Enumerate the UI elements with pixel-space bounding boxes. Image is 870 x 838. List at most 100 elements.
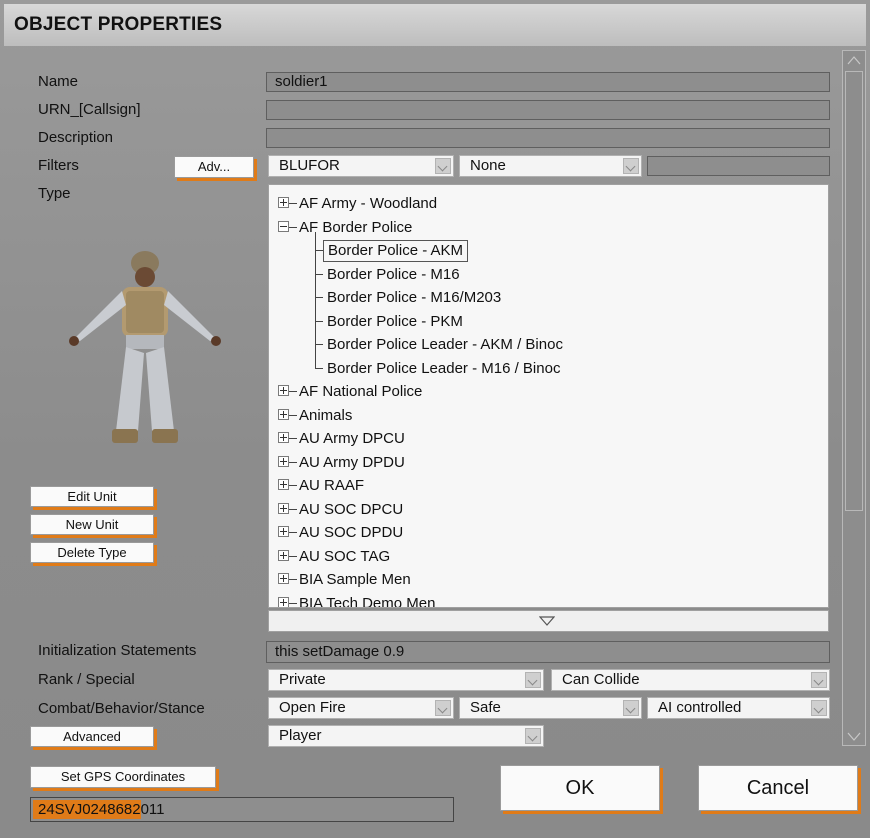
chevron-up-icon[interactable] — [847, 54, 861, 66]
dialog-scrollbar[interactable] — [842, 50, 866, 746]
tree-connector — [315, 320, 323, 322]
init-label: Initialization Statements — [38, 642, 197, 659]
rank-select[interactable]: Private — [268, 669, 544, 691]
type-tree[interactable]: AF Army - Woodland AF Border Police Border… — [268, 184, 829, 608]
set-gps-button[interactable]: Set GPS Coordinates — [30, 766, 216, 788]
chevron-down-icon[interactable] — [435, 158, 451, 174]
tree-connector — [289, 203, 297, 204]
expand-plus-icon[interactable] — [278, 502, 289, 514]
tree-item-label: AU Army DPCU — [299, 430, 405, 447]
control-select-value: Player — [279, 727, 322, 744]
tree-item[interactable]: Border Police - PKM — [269, 310, 828, 333]
expand-plus-icon[interactable] — [278, 549, 289, 561]
tree-item[interactable]: AF National Police — [269, 380, 828, 403]
expand-plus-icon[interactable] — [278, 455, 289, 467]
tree-item[interactable]: AU SOC TAG — [269, 545, 828, 568]
tree-vertical-connector — [315, 231, 316, 369]
side-select[interactable]: BLUFOR — [268, 155, 454, 177]
stance-select-value: AI controlled — [658, 699, 742, 716]
urn-field[interactable] — [266, 100, 830, 120]
expand-plus-icon[interactable] — [278, 573, 289, 584]
expand-plus-icon[interactable] — [278, 408, 289, 420]
tree-connector — [289, 461, 297, 463]
ok-button[interactable]: OK — [500, 765, 660, 811]
init-field[interactable]: this setDamage 0.9 — [266, 641, 830, 663]
urn-label: URN_[Callsign] — [38, 101, 141, 118]
tree-item-label: AU SOC TAG — [299, 547, 391, 565]
stance-select[interactable]: AI controlled — [647, 697, 830, 719]
unit-preview-image — [69, 251, 221, 443]
tree-item[interactable]: Animals — [269, 404, 828, 427]
tree-item[interactable]: Border Police - AKM — [269, 239, 828, 262]
tree-item[interactable]: Border Police - M16 — [269, 263, 828, 286]
adv-filter-button[interactable]: Adv... — [174, 156, 254, 178]
triangle-down-icon[interactable] — [539, 616, 555, 626]
combat-label: Combat/Behavior/Stance — [38, 700, 205, 717]
delete-type-button[interactable]: Delete Type — [30, 542, 154, 563]
tree-item[interactable]: AF Border Police — [269, 216, 828, 239]
edit-unit-button[interactable]: Edit Unit — [30, 486, 154, 507]
description-field[interactable] — [266, 128, 830, 148]
special-select[interactable]: Can Collide — [551, 669, 830, 691]
tree-connector — [315, 344, 323, 345]
chevron-down-icon[interactable] — [811, 672, 827, 688]
filter-text-field[interactable] — [647, 156, 830, 176]
collapse-minus-icon[interactable] — [278, 220, 289, 232]
chevron-down-icon[interactable] — [847, 731, 861, 743]
expand-plus-icon[interactable] — [278, 479, 289, 490]
tree-item[interactable]: BIA Tech Demo Men — [269, 592, 828, 607]
tree-item-label: AU RAAF — [299, 477, 365, 494]
tree-scroll-down[interactable] — [268, 610, 829, 632]
expand-plus-icon[interactable] — [278, 197, 289, 208]
tree-item[interactable]: AU SOC DPCU — [269, 498, 828, 521]
tree-item[interactable]: AU SOC DPDU — [269, 521, 828, 544]
chevron-down-icon[interactable] — [623, 700, 639, 716]
tree-connector — [315, 297, 323, 298]
chevron-down-icon[interactable] — [623, 158, 639, 174]
tree-connector — [289, 391, 297, 392]
tree-item-label: Border Police Leader - AKM / Binoc — [327, 336, 563, 353]
tree-item-label: AF Border Police — [299, 218, 413, 236]
tree-item-label: Border Police Leader - M16 / Binoc — [327, 359, 561, 377]
expand-plus-icon[interactable] — [278, 385, 289, 396]
tree-connector — [315, 250, 323, 251]
tree-item[interactable]: Border Police - M16/M203 — [269, 286, 828, 309]
rank-select-value: Private — [279, 671, 326, 688]
chevron-down-icon[interactable] — [525, 728, 541, 744]
name-field[interactable]: soldier1 — [266, 72, 830, 92]
chevron-down-icon[interactable] — [525, 672, 541, 688]
chevron-down-icon[interactable] — [811, 700, 827, 716]
soldier-figure — [69, 251, 221, 443]
gps-field[interactable]: 24SVJ0248682011 — [30, 797, 454, 822]
tree-item-label: AF Army - Woodland — [299, 195, 438, 212]
tree-item[interactable]: Border Police Leader - AKM / Binoc — [269, 333, 828, 356]
tree-item[interactable]: BIA Sample Men — [269, 568, 828, 591]
behavior-select[interactable]: Safe — [459, 697, 642, 719]
special-select-value: Can Collide — [562, 671, 640, 688]
tree-item[interactable]: Border Police Leader - M16 / Binoc — [269, 357, 828, 380]
dialog-title: OBJECT PROPERTIES — [14, 14, 223, 35]
new-unit-button[interactable]: New Unit — [30, 514, 154, 535]
combat-mode-select[interactable]: Open Fire — [268, 697, 454, 719]
scrollbar-thumb[interactable] — [845, 71, 863, 511]
faction-select[interactable]: None — [459, 155, 642, 177]
faction-select-value: None — [470, 157, 506, 174]
combat-mode-value: Open Fire — [279, 699, 346, 716]
expand-plus-icon[interactable] — [278, 526, 289, 537]
expand-plus-icon[interactable] — [278, 432, 289, 443]
chevron-down-icon[interactable] — [435, 700, 451, 716]
tree-item[interactable]: AU Army DPDU — [269, 451, 828, 474]
tree-item[interactable]: AU RAAF — [269, 474, 828, 497]
tree-item[interactable]: AF Army - Woodland — [269, 192, 828, 215]
tree-connector — [289, 602, 297, 604]
cancel-button[interactable]: Cancel — [698, 765, 858, 811]
tree-item-label: AU SOC DPDU — [299, 524, 404, 541]
tree-item[interactable]: AU Army DPCU — [269, 427, 828, 450]
tree-item-label: AF National Police — [299, 383, 423, 400]
advanced-button[interactable]: Advanced — [30, 726, 154, 747]
tree-connector — [315, 273, 323, 275]
expand-plus-icon[interactable] — [278, 596, 289, 607]
control-select[interactable]: Player — [268, 725, 544, 747]
tree-item-label: AU SOC DPCU — [299, 500, 404, 518]
tree-item-label: Border Police - M16 — [327, 265, 460, 283]
